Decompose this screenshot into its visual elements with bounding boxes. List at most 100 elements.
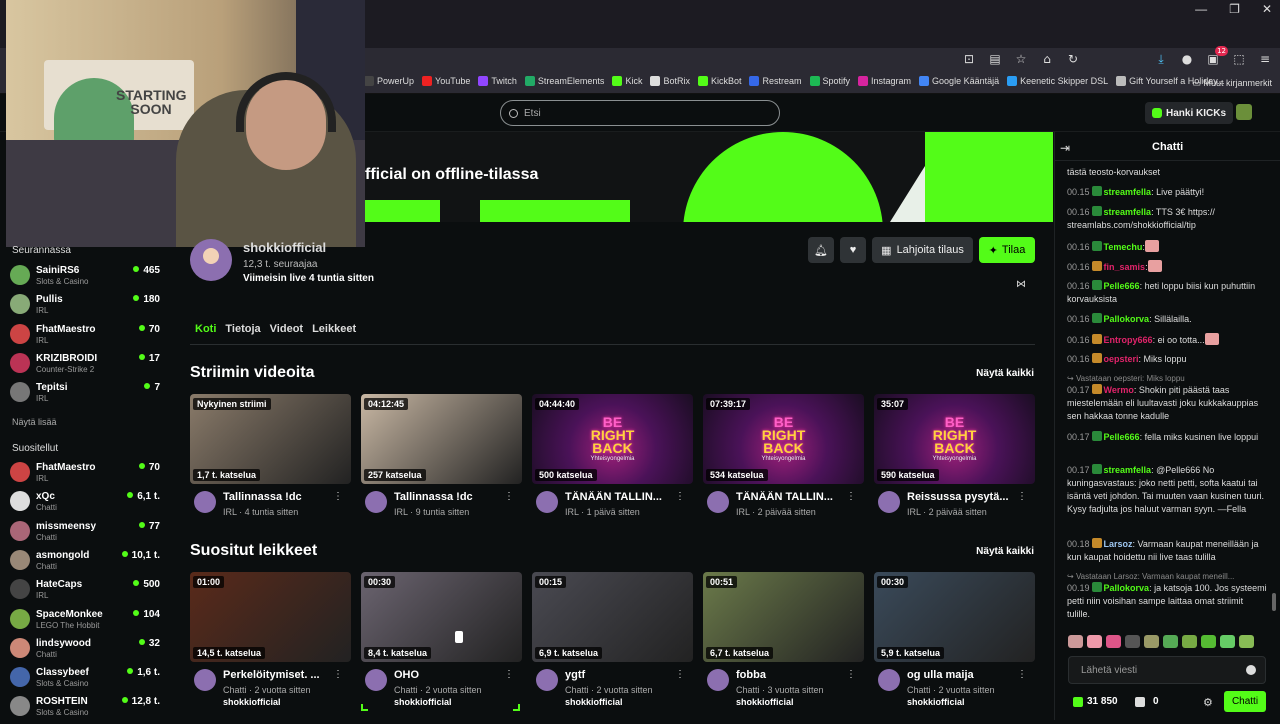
sidebar-channel[interactable]: xQc Chatti 6,1 t. bbox=[10, 491, 160, 519]
bookmark-star-icon[interactable]: ☆ bbox=[1014, 52, 1028, 66]
emote-icon[interactable] bbox=[1068, 635, 1083, 648]
more-options-icon[interactable]: ⋮ bbox=[675, 491, 685, 502]
video-card[interactable]: Nykyinen striimi 1,7 t. katselua Tallinnas… bbox=[190, 394, 351, 524]
share-icon[interactable]: ⋈ bbox=[1016, 279, 1026, 290]
thumbnail[interactable]: 00:30 8,4 t. katselua bbox=[361, 572, 522, 662]
chat-send-button[interactable]: Chatti bbox=[1224, 691, 1266, 712]
card-title[interactable]: Tallinnassa !dc bbox=[394, 491, 506, 503]
videos-show-all-link[interactable]: Näytä kaikki bbox=[976, 368, 1034, 379]
emote-icon[interactable] bbox=[1125, 635, 1140, 648]
gift-counter[interactable]: 0 bbox=[1135, 696, 1159, 707]
clip-card[interactable]: 01:00 14,5 t. katselua Perkelöitymiset. ..… bbox=[190, 572, 351, 707]
card-title[interactable]: Perkelöitymiset. ... bbox=[223, 669, 335, 681]
sidebar-channel[interactable]: HateCaps IRL 500 bbox=[10, 579, 160, 607]
tab-videot[interactable]: Videot bbox=[270, 323, 303, 335]
card-channel[interactable]: shokkiofficial bbox=[394, 697, 452, 707]
more-options-icon[interactable]: ⋮ bbox=[675, 669, 685, 680]
card-channel[interactable]: shokkiofficial bbox=[223, 697, 281, 707]
more-options-icon[interactable]: ⋮ bbox=[333, 669, 343, 680]
more-options-icon[interactable]: ⋮ bbox=[504, 491, 514, 502]
extensions-icon[interactable]: ⬚ bbox=[1232, 52, 1246, 66]
other-bookmarks-link[interactable]: ▭ Muut kirjanmerkit bbox=[1192, 78, 1272, 89]
follow-button[interactable]: ♥ bbox=[840, 237, 866, 263]
thumbnail[interactable]: BE RIGHT BACK Yhteisyongelmia 04:44:40 500 ka… bbox=[532, 394, 693, 484]
bookmark-item[interactable]: Kick bbox=[612, 76, 642, 86]
bookmark-item[interactable]: Keenetic Skipper DSL bbox=[1007, 76, 1108, 86]
chat-settings-icon[interactable]: ⚙ bbox=[1203, 696, 1213, 709]
download-icon[interactable]: ⤓ bbox=[1154, 52, 1168, 66]
card-title[interactable]: Reissussa pysytä... bbox=[907, 491, 1019, 503]
card-channel[interactable]: shokkiofficial bbox=[736, 697, 794, 707]
clip-card[interactable]: 00:51 6,7 t. katselua fobba Chatti · 3 vuot… bbox=[703, 572, 864, 707]
tab-tietoja[interactable]: Tietoja bbox=[225, 323, 260, 335]
channel-avatar[interactable] bbox=[190, 239, 232, 281]
card-title[interactable]: Tallinnassa !dc bbox=[223, 491, 335, 503]
bookmark-item[interactable]: Restream bbox=[749, 76, 802, 86]
chat-input[interactable] bbox=[1081, 664, 1246, 676]
emoji-icon[interactable] bbox=[1246, 665, 1256, 675]
emote-icon[interactable] bbox=[1163, 635, 1178, 648]
bookmark-item[interactable]: Google Kääntäjä bbox=[919, 76, 999, 86]
card-title[interactable]: OHO bbox=[394, 669, 506, 681]
screenshot-icon[interactable]: ⊡ bbox=[962, 52, 976, 66]
user-avatar[interactable] bbox=[1236, 104, 1252, 120]
bookmark-item[interactable]: BotRix bbox=[650, 76, 690, 86]
more-options-icon[interactable]: ⋮ bbox=[333, 491, 343, 502]
thumbnail[interactable]: Nykyinen striimi 1,7 t. katselua bbox=[190, 394, 351, 484]
chat-username[interactable]: Wermo bbox=[1104, 385, 1134, 395]
card-title[interactable]: fobba bbox=[736, 669, 848, 681]
more-options-icon[interactable]: ⋮ bbox=[846, 669, 856, 680]
video-card[interactable]: 04:12:45 257 katselua Tallinnassa !dc IRL ·… bbox=[361, 394, 522, 524]
emote-icon[interactable] bbox=[1239, 635, 1254, 648]
get-kicks-button[interactable]: Hanki KICKs bbox=[1145, 102, 1234, 124]
emote-icon[interactable] bbox=[1201, 635, 1216, 648]
subscribe-button[interactable]: ✦ Tilaa bbox=[979, 237, 1035, 263]
bookmark-item[interactable]: Spotify bbox=[809, 76, 850, 86]
video-card[interactable]: BE RIGHT BACK Yhteisyongelmia 04:44:40 500 ka… bbox=[532, 394, 693, 524]
chat-username[interactable]: fin_samis bbox=[1104, 262, 1146, 272]
gift-sub-button[interactable]: ▦ Lahjoita tilaus bbox=[872, 237, 973, 263]
video-card[interactable]: BE RIGHT BACK Yhteisyongelmia 07:39:17 534 ka… bbox=[703, 394, 864, 524]
chat-username[interactable]: streamfella bbox=[1104, 207, 1152, 217]
sidebar-channel[interactable]: FhatMaestro IRL 70 bbox=[10, 323, 160, 352]
more-options-icon[interactable]: ⋮ bbox=[846, 491, 856, 502]
thumbnail[interactable]: 04:12:45 257 katselua bbox=[361, 394, 522, 484]
card-channel[interactable]: shokkiofficial bbox=[907, 697, 965, 707]
search-box[interactable] bbox=[500, 100, 780, 126]
chat-username[interactable]: Pelle666 bbox=[1104, 432, 1140, 442]
bookmark-item[interactable]: PowerUp bbox=[364, 76, 414, 86]
card-title[interactable]: TÄNÄÄN TALLIN... bbox=[565, 491, 677, 503]
chat-username[interactable]: Larsoz bbox=[1104, 539, 1133, 549]
emote-icon[interactable] bbox=[1087, 635, 1102, 648]
bookmark-item[interactable]: StreamElements bbox=[524, 76, 604, 86]
chat-input-box[interactable] bbox=[1068, 656, 1266, 684]
sidebar-channel[interactable]: asmongold Chatti 10,1 t. bbox=[10, 549, 160, 578]
chat-username[interactable]: streamfella bbox=[1104, 187, 1152, 197]
tab-koti[interactable]: Koti bbox=[195, 323, 216, 335]
thumbnail[interactable]: BE RIGHT BACK Yhteisyongelmia 07:39:17 534 ka… bbox=[703, 394, 864, 484]
thumbnail[interactable]: 00:51 6,7 t. katselua bbox=[703, 572, 864, 662]
chat-username[interactable]: streamfella bbox=[1104, 465, 1152, 475]
card-title[interactable]: TÄNÄÄN TALLIN... bbox=[736, 491, 848, 503]
tab-leikkeet[interactable]: Leikkeet bbox=[312, 323, 356, 335]
collapse-chat-icon[interactable]: ⇥ bbox=[1060, 141, 1070, 155]
chat-username[interactable]: Pallokorva bbox=[1104, 314, 1150, 324]
channel-points[interactable]: 31 850 bbox=[1073, 696, 1118, 707]
home-icon[interactable]: ⌂ bbox=[1040, 52, 1054, 66]
restore-icon[interactable]: ❐ bbox=[1229, 2, 1240, 16]
sidebar-channel[interactable]: Tepitsi IRL 7 bbox=[10, 382, 160, 410]
account-icon[interactable]: ● bbox=[1180, 52, 1194, 66]
minimize-icon[interactable]: — bbox=[1195, 2, 1207, 16]
card-title[interactable]: ygtf bbox=[565, 669, 677, 681]
card-channel[interactable]: shokkiofficial bbox=[565, 697, 623, 707]
reload-icon[interactable]: ↻ bbox=[1066, 52, 1080, 66]
extension-badge-icon[interactable]: ▣ 12 bbox=[1206, 46, 1228, 66]
more-options-icon[interactable]: ⋮ bbox=[1017, 669, 1027, 680]
chat-username[interactable]: Entropy666 bbox=[1104, 335, 1153, 345]
sidebar-channel[interactable]: Classybeef Slots & Casino 1,6 t. bbox=[10, 667, 160, 695]
more-options-icon[interactable]: ⋮ bbox=[504, 669, 514, 680]
chat-username[interactable]: Temechu bbox=[1104, 242, 1143, 252]
bookmark-item[interactable]: KickBot bbox=[697, 76, 741, 86]
show-more-link[interactable]: Näytä lisää bbox=[12, 417, 57, 427]
clip-card[interactable]: 00:30 8,4 t. katselua OHO Chatti · 2 vuotta… bbox=[361, 572, 522, 707]
